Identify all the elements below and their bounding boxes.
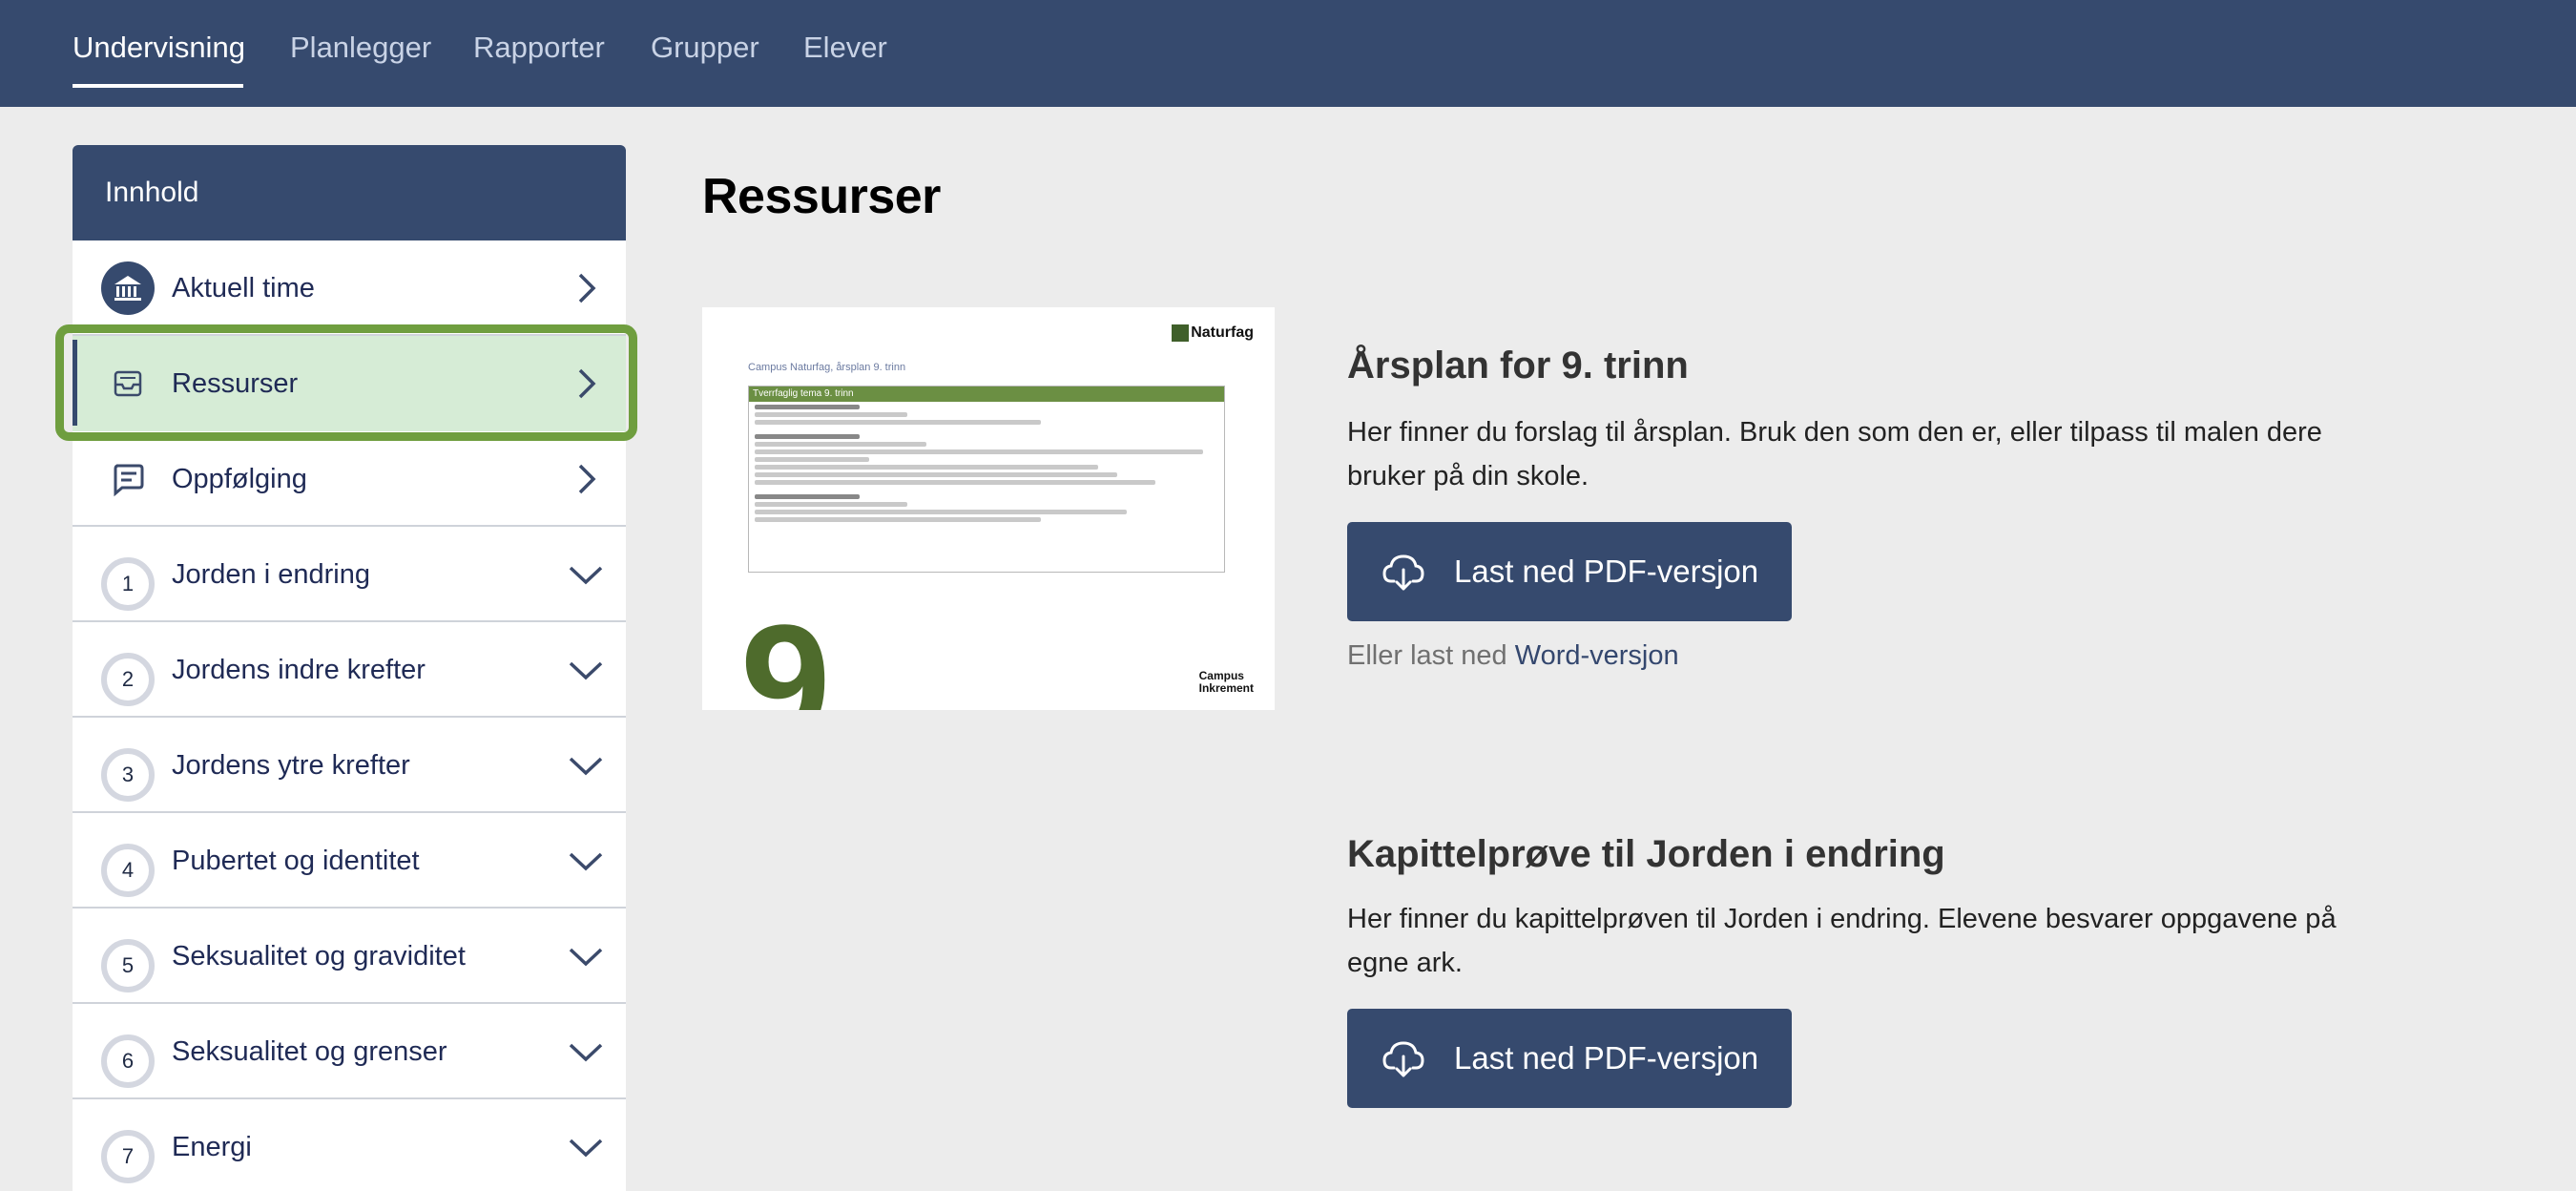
kapittelprove-description: Her finner du kapittelprøven til Jorden … [1347, 904, 2337, 978]
chat-icon [114, 464, 144, 497]
sidebar-item-chapter-1[interactable]: 1 Jorden i endring [73, 527, 626, 622]
download-kapittelprove-pdf-button[interactable]: Last ned PDF-versjon [1347, 1009, 1792, 1108]
chapter-number-badge: 7 [101, 1130, 155, 1183]
top-navigation: Undervisning Planlegger Rapporter Gruppe… [0, 0, 2576, 107]
chevron-down-icon [569, 661, 603, 680]
page-title: Ressurser [702, 169, 941, 224]
sidebar-item-label: Energi [172, 1132, 252, 1162]
sidebar-item-label: Jordens ytre krefter [172, 750, 410, 781]
campus-inkrement-logo: Campus Inkrement [1198, 669, 1254, 695]
tab-elever[interactable]: Elever [803, 27, 887, 69]
tab-grupper[interactable]: Grupper [651, 27, 759, 69]
sidebar-header: Innhold [73, 145, 626, 240]
tab-rapporter[interactable]: Rapporter [473, 27, 605, 69]
document-subtitle: Campus Naturfag, årsplan 9. trinn [748, 362, 906, 373]
chapter-number-badge: 6 [101, 1034, 155, 1088]
cloud-download-icon [1382, 1041, 1424, 1077]
arsplan-document-preview[interactable]: Naturfag Campus Naturfag, årsplan 9. tri… [702, 307, 1275, 710]
chapter-number-badge: 4 [101, 844, 155, 897]
tab-planlegger[interactable]: Planlegger [290, 27, 431, 69]
kapittelprove-title: Kapittelprøve til Jorden i endring [1347, 833, 1945, 875]
alternative-download-text: Eller last ned [1347, 640, 1507, 671]
alternative-download: Eller last ned Word-versjon [1347, 635, 1679, 677]
active-tab-indicator [73, 84, 243, 88]
chapter-number-badge: 5 [101, 939, 155, 992]
arsplan-title: Årsplan for 9. trinn [1347, 345, 1689, 387]
chevron-down-icon [569, 948, 603, 967]
button-label: Last ned PDF-versjon [1454, 1040, 1759, 1076]
chevron-down-icon [569, 566, 603, 585]
document-table-header: Tverrfaglig tema 9. trinn [749, 387, 1224, 402]
chevron-down-icon [569, 852, 603, 871]
sidebar-item-chapter-2[interactable]: 2 Jordens indre krefter [73, 622, 626, 718]
sidebar-item-chapter-3[interactable]: 3 Jordens ytre krefter [73, 718, 626, 813]
sidebar-item-chapter-5[interactable]: 5 Seksualitet og graviditet [73, 909, 626, 1004]
document-table: Tverrfaglig tema 9. trinn [748, 386, 1225, 573]
sidebar-item-label: Pubertet og identitet [172, 846, 420, 876]
word-version-link[interactable]: Word-versjon [1515, 640, 1679, 671]
chevron-down-icon [569, 757, 603, 776]
sidebar-item-ressurser[interactable]: Ressurser [73, 336, 626, 431]
sidebar-item-label: Oppfølging [172, 464, 307, 494]
naturfag-logo: Naturfag [1172, 324, 1254, 342]
sidebar-item-chapter-7[interactable]: 7 Energi [73, 1099, 626, 1191]
selected-item-indicator [73, 340, 77, 426]
sidebar-item-label: Seksualitet og graviditet [172, 941, 466, 972]
bank-icon [101, 261, 155, 315]
chapter-number-badge: 3 [101, 748, 155, 802]
button-label: Last ned PDF-versjon [1454, 554, 1759, 589]
cloud-download-icon [1382, 554, 1424, 591]
sidebar-item-chapter-6[interactable]: 6 Seksualitet og grenser [73, 1004, 626, 1099]
tab-undervisning[interactable]: Undervisning [73, 27, 245, 69]
chevron-down-icon [569, 1139, 603, 1158]
chevron-down-icon [569, 1043, 603, 1062]
sidebar-item-chapter-4[interactable]: 4 Pubertet og identitet [73, 813, 626, 909]
sidebar: Innhold Aktuell time Ressurser Oppfølgin… [73, 145, 626, 1191]
sidebar-title: Innhold [105, 177, 199, 208]
sidebar-item-label: Aktuell time [172, 273, 315, 303]
chevron-right-icon [578, 464, 596, 494]
document-cover-number: 9 [740, 592, 831, 710]
chapter-number-badge: 1 [101, 557, 155, 611]
sidebar-item-label: Seksualitet og grenser [172, 1036, 447, 1067]
arsplan-description: Her finner du forslag til årsplan. Bruk … [1347, 417, 2322, 491]
download-arsplan-pdf-button[interactable]: Last ned PDF-versjon [1347, 522, 1792, 621]
sidebar-item-aktuell-time[interactable]: Aktuell time [73, 240, 626, 336]
chapter-number-badge: 2 [101, 653, 155, 706]
chevron-right-icon [578, 273, 596, 303]
sidebar-item-oppfolging[interactable]: Oppfølging [73, 431, 626, 527]
sidebar-item-label: Ressurser [172, 368, 299, 399]
inbox-tray-icon [114, 370, 142, 397]
chevron-right-icon [578, 368, 596, 399]
sidebar-item-label: Jorden i endring [172, 559, 370, 590]
sidebar-item-label: Jordens indre krefter [172, 655, 426, 685]
